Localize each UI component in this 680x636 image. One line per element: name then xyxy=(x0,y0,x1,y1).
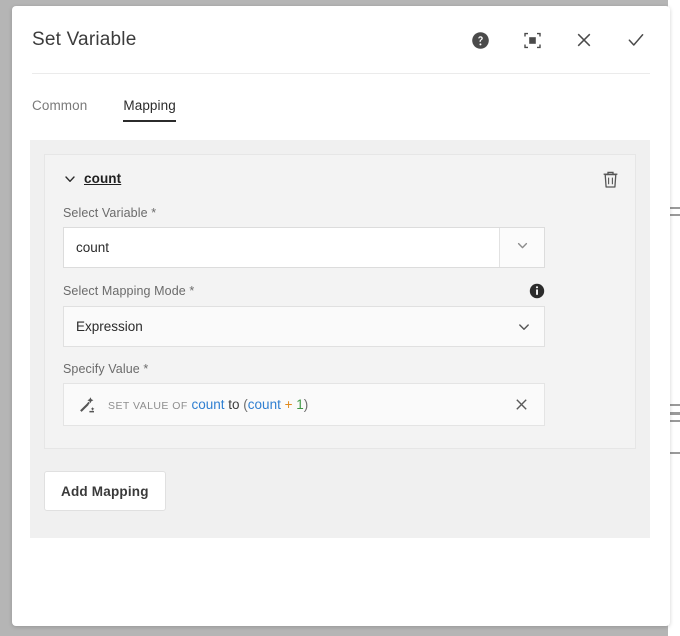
field-select-mapping-mode: Select Mapping Mode * Expression xyxy=(63,283,545,347)
magic-wand-icon[interactable] xyxy=(76,394,98,416)
chevron-down-icon[interactable] xyxy=(63,172,77,186)
specify-value-label: Specify Value * xyxy=(63,362,545,376)
add-mapping-button[interactable]: Add Mapping xyxy=(44,471,166,511)
chevron-down-icon xyxy=(516,239,529,257)
mapping-mode-label-row: Select Mapping Mode * xyxy=(63,283,545,299)
tab-bar: Common Mapping xyxy=(12,74,670,122)
dialog-header: Set Variable xyxy=(12,6,670,74)
expression-text[interactable]: SET VALUE OF count to (count + 1) xyxy=(108,397,508,412)
expression-number: 1 xyxy=(296,397,304,412)
field-select-variable: Select Variable * count xyxy=(63,206,545,268)
info-icon[interactable] xyxy=(529,283,545,299)
chevron-down-icon xyxy=(516,319,532,335)
mapping-card: count Select Variable * count xyxy=(44,154,636,449)
close-icon[interactable] xyxy=(572,28,596,52)
tab-common[interactable]: Common xyxy=(32,98,87,122)
clear-expression-icon[interactable] xyxy=(508,392,534,418)
select-variable-input[interactable]: count xyxy=(64,228,499,267)
help-icon[interactable] xyxy=(468,28,492,52)
expression-variable-1: count xyxy=(191,397,224,412)
expression-keyword: SET VALUE OF xyxy=(108,400,188,412)
field-specify-value: Specify Value * S xyxy=(63,362,545,426)
expression-field[interactable]: SET VALUE OF count to (count + 1) xyxy=(63,383,545,426)
set-variable-dialog: Set Variable xyxy=(12,6,670,626)
mapping-card-title[interactable]: count xyxy=(84,171,121,186)
mapping-card-header: count xyxy=(63,171,617,186)
maximize-icon[interactable] xyxy=(520,28,544,52)
expression-connector: to xyxy=(228,397,239,412)
header-divider xyxy=(32,73,650,74)
confirm-icon[interactable] xyxy=(624,28,648,52)
select-variable-combo[interactable]: count xyxy=(63,227,545,268)
expression-close-paren: ) xyxy=(304,397,309,412)
mapping-panel: count Select Variable * count xyxy=(30,140,650,538)
select-mapping-mode-label: Select Mapping Mode * xyxy=(63,284,194,298)
header-actions xyxy=(468,28,648,52)
select-variable-label: Select Variable * xyxy=(63,206,545,220)
expression-variable-2: count xyxy=(248,397,281,412)
tab-mapping[interactable]: Mapping xyxy=(123,98,176,122)
trash-icon[interactable] xyxy=(599,167,621,191)
page-title: Set Variable xyxy=(32,29,468,51)
select-mapping-mode-value: Expression xyxy=(76,319,516,334)
select-variable-dropdown-button[interactable] xyxy=(499,228,544,267)
select-mapping-mode-dropdown[interactable]: Expression xyxy=(63,306,545,347)
